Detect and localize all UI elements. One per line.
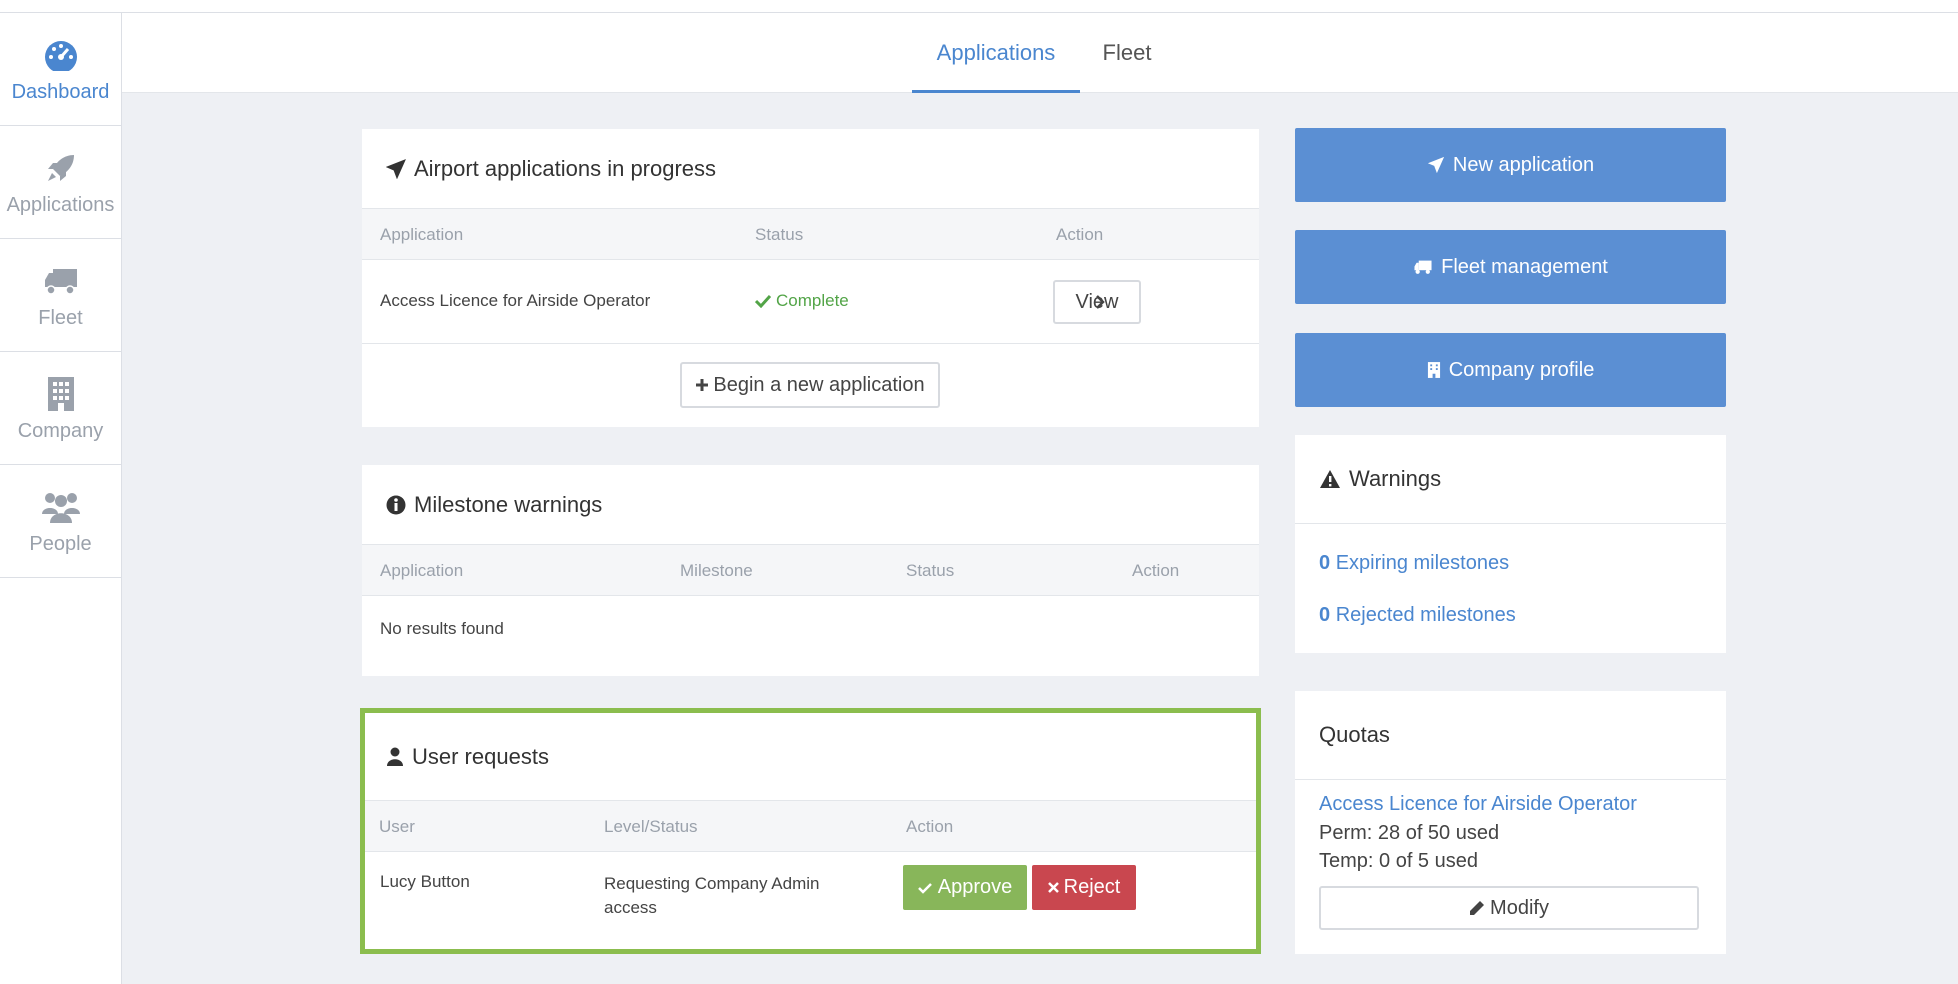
column-header: Status (906, 561, 955, 580)
perm-quota: Perm: 28 of 50 used (1319, 822, 1500, 844)
panel-title: User requests (365, 713, 1256, 801)
user-icon (387, 747, 403, 766)
column-header: Milestone (680, 561, 753, 580)
column-header: Action (906, 817, 954, 836)
milestone-warnings-panel: Milestone warnings Application Milestone… (362, 465, 1259, 676)
plane-icon (1427, 156, 1444, 174)
column-header: User (379, 817, 415, 836)
user-name: Lucy Button (380, 872, 470, 891)
company-profile-button[interactable]: Company profile (1295, 333, 1726, 407)
sidebar: Dashboard Applications Fleet Company Peo… (0, 13, 122, 984)
reject-label: Reject (1063, 876, 1121, 898)
applications-panel-title: Airport applications in progress (414, 155, 717, 181)
begin-new-application-label: Begin a new application (713, 373, 925, 396)
column-header: Level/Status (604, 817, 698, 836)
modify-label: Modify (1490, 896, 1549, 919)
dashboard-icon (41, 35, 81, 75)
begin-new-application-button[interactable]: Begin a new application (680, 362, 940, 408)
level-status-line: Requesting Company Admin (604, 874, 820, 893)
view-button-label: View (1075, 290, 1119, 313)
column-header: Application (380, 225, 464, 244)
sidebar-item-applications[interactable]: Applications (0, 126, 121, 239)
sidebar-item-label: Dashboard (11, 80, 110, 103)
close-icon (1047, 882, 1059, 893)
user-requests-panel-title: User requests (412, 743, 549, 769)
expiring-milestones-link[interactable]: 0 Expiring milestones (1319, 552, 1509, 575)
panel-title: Warnings (1295, 435, 1726, 524)
expiring-count: 0 (1319, 552, 1331, 574)
panel-title: Airport applications in progress (362, 129, 1259, 209)
truck-icon (1414, 260, 1432, 274)
reject-button[interactable]: Reject (1032, 865, 1136, 910)
temp-quota: Temp: 0 of 5 used (1319, 850, 1478, 872)
column-header: Status (755, 225, 804, 244)
empty-row: No results found (362, 596, 1259, 675)
tab-bar: Applications Fleet (122, 13, 1958, 93)
sidebar-item-label: Applications (6, 193, 115, 216)
fleet-management-button[interactable]: Fleet management (1295, 230, 1726, 304)
sidebar-item-dashboard[interactable]: Dashboard (0, 13, 121, 126)
sidebar-item-label: Company (17, 419, 104, 442)
panel-title: Milestone warnings (362, 465, 1259, 545)
pencil-icon (1470, 901, 1485, 915)
table-header: User Level/Status Action (365, 801, 1256, 852)
info-icon (386, 495, 406, 514)
column-header: Action (1132, 561, 1180, 580)
rocket-icon (41, 148, 81, 188)
quotas-panel-title: Quotas (1319, 722, 1390, 747)
company-profile-label: Company profile (1448, 358, 1595, 381)
sidebar-item-label: Fleet (38, 306, 83, 329)
table-header: Application Milestone Status Action (362, 545, 1259, 596)
warnings-panel-title: Warnings (1349, 466, 1442, 491)
new-application-button[interactable]: New application (1295, 128, 1726, 202)
building-icon (41, 374, 81, 414)
users-icon (41, 487, 81, 527)
level-status: Requesting Company Admin access (604, 872, 819, 920)
approve-label: Approve (937, 876, 1013, 898)
expiring-label: Expiring milestones (1335, 552, 1510, 574)
licence-link[interactable]: Access Licence for Airside Operator (1319, 793, 1637, 816)
tab-applications[interactable]: Applications (912, 13, 1080, 93)
milestone-panel-title: Milestone warnings (414, 491, 603, 517)
table-row: Access Licence for Airside Operator Comp… (362, 260, 1259, 344)
tab-fleet[interactable]: Fleet (1092, 13, 1162, 93)
rejected-milestones-link[interactable]: 0 Rejected milestones (1319, 604, 1516, 627)
plane-icon (386, 158, 406, 179)
status-badge: Complete (755, 291, 849, 311)
user-requests-panel: User requests User Level/Status Action L… (360, 708, 1261, 954)
check-icon (917, 882, 932, 894)
rejected-count: 0 (1319, 604, 1331, 626)
top-bar (0, 0, 1958, 13)
column-header: Action (1056, 225, 1104, 244)
column-header: Application (380, 561, 464, 580)
view-button[interactable]: View (1053, 280, 1141, 324)
rejected-label: Rejected milestones (1335, 604, 1516, 626)
building-icon (1427, 362, 1440, 378)
sidebar-item-fleet[interactable]: Fleet (0, 239, 121, 352)
no-results-text: No results found (380, 619, 504, 638)
warnings-panel: Warnings 0 Expiring milestones 0 Rejecte… (1295, 435, 1726, 653)
level-status-line: access (604, 898, 657, 917)
fleet-management-label: Fleet management (1441, 255, 1608, 278)
sidebar-item-people[interactable]: People (0, 465, 121, 578)
approve-button[interactable]: Approve (903, 865, 1027, 910)
panel-title: Quotas (1295, 691, 1726, 780)
check-icon (755, 294, 771, 308)
applications-panel: Airport applications in progress Applica… (362, 129, 1259, 427)
plus-icon (696, 379, 709, 391)
sidebar-item-company[interactable]: Company (0, 352, 121, 465)
application-name: Access Licence for Airside Operator (380, 291, 651, 310)
status-text: Complete (776, 291, 849, 310)
truck-icon (41, 261, 81, 301)
modify-button[interactable]: Modify (1319, 886, 1699, 930)
warning-icon (1320, 470, 1340, 488)
table-header: Application Status Action (362, 209, 1259, 260)
sidebar-item-label: People (29, 532, 92, 555)
new-application-label: New application (1452, 153, 1595, 176)
quotas-panel: Quotas Access Licence for Airside Operat… (1295, 691, 1726, 954)
